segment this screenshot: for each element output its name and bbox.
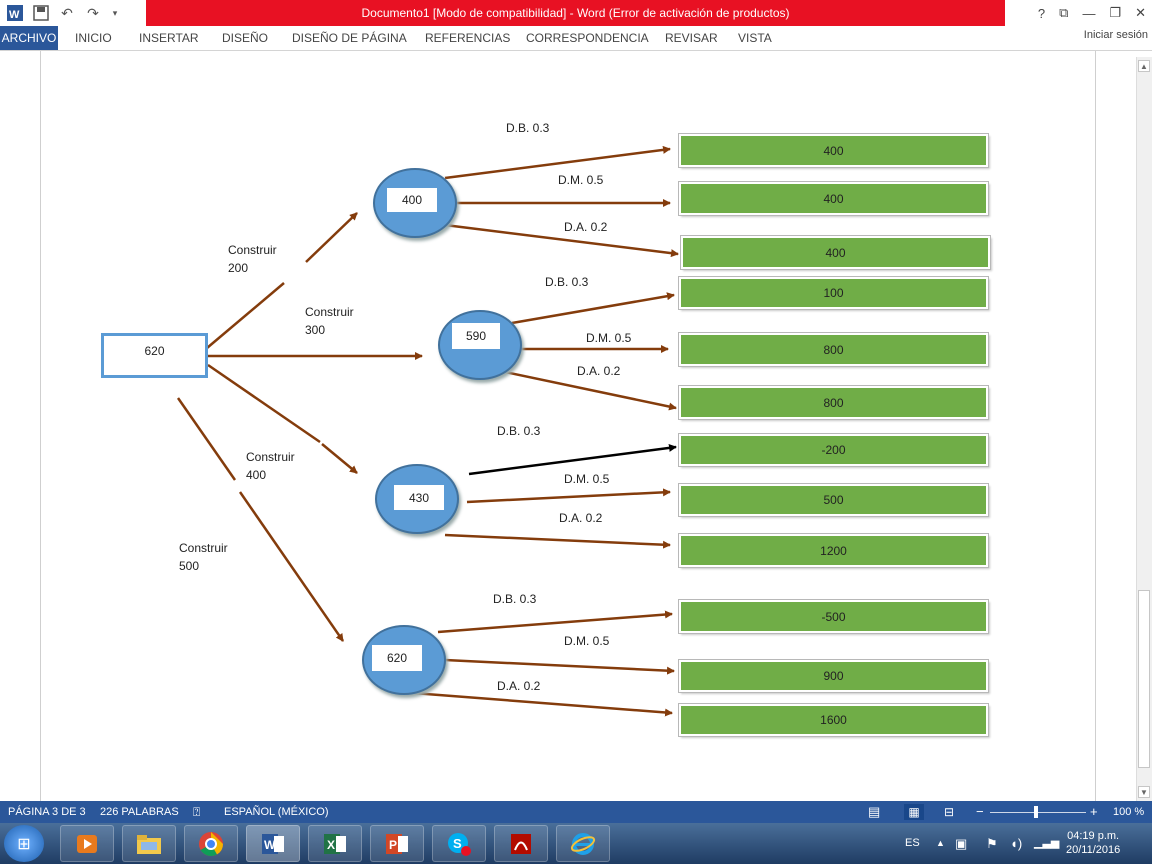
outcome-n1-dm: 400 — [679, 182, 988, 215]
decision-label-4: Construir 500 — [179, 539, 228, 575]
zoom-slider-track[interactable] — [990, 812, 1086, 813]
branch-label-n1-db: D.B. 0.3 — [506, 121, 550, 135]
decision-3-text: Construir — [246, 450, 295, 464]
svg-text:X: X — [327, 838, 335, 852]
outcome-n1-da: 400 — [681, 236, 990, 269]
windows-taskbar: ⊞ W X P S ES ▲ ▣ ⚑ ◖) ▁▃▅ 04:19 p.m. 20/… — [0, 823, 1152, 864]
branch-label-n4-dm: D.M. 0.5 — [564, 634, 610, 648]
decision-label-3: Construir 400 — [246, 448, 295, 484]
outcome-n2-da: 800 — [679, 386, 988, 419]
arrow-n4-dm — [444, 658, 675, 675]
internet-explorer-icon[interactable] — [556, 825, 610, 862]
zoom-slider-thumb[interactable] — [1034, 806, 1038, 818]
zoom-level[interactable]: 100 % — [1113, 801, 1144, 823]
zoom-in-icon[interactable]: + — [1090, 801, 1098, 823]
volume-icon[interactable]: ◖) — [1010, 823, 1022, 864]
branch-label-n3-da: D.A. 0.2 — [559, 511, 603, 525]
branch-label-n2-db: D.B. 0.3 — [545, 275, 589, 289]
zoom-out-icon[interactable]: − — [976, 801, 984, 823]
powerpoint-icon[interactable]: P — [370, 825, 424, 862]
action-center-flag-icon[interactable]: ⚑ — [986, 823, 998, 864]
skype-icon[interactable]: S — [432, 825, 486, 862]
clock-date: 20/11/2016 — [1066, 844, 1121, 856]
arrow-n3-da — [444, 533, 671, 549]
outcome-n2-db: 100 — [679, 277, 988, 309]
arrow-n4-db — [437, 610, 673, 634]
outcome-n1-db: 400 — [679, 134, 988, 167]
svg-text:P: P — [389, 838, 397, 852]
chance-node-4-value: 620 — [372, 645, 422, 671]
arrow-n2-db — [511, 292, 675, 325]
decision-4-text: Construir — [179, 541, 228, 555]
arrow-n1-da — [444, 223, 679, 258]
acrobat-icon[interactable] — [494, 825, 548, 862]
network-signal-icon[interactable]: ▁▃▅ — [1034, 823, 1059, 864]
start-button-icon[interactable]: ⊞ — [4, 825, 44, 862]
branch-label-n1-da: D.A. 0.2 — [564, 220, 608, 234]
media-player-icon[interactable] — [60, 825, 114, 862]
branch-label-n1-dm: D.M. 0.5 — [558, 173, 604, 187]
outcome-n4-dm: 900 — [679, 660, 988, 692]
branch-label-n2-da: D.A. 0.2 — [577, 364, 621, 378]
root-decision-box: 620 — [101, 333, 208, 378]
input-language[interactable]: ES — [905, 823, 920, 864]
arrow-construir-200 — [305, 212, 358, 263]
svg-text:W: W — [264, 838, 276, 852]
tray-app-icon[interactable]: ▣ — [955, 823, 967, 864]
arrow-n4-da — [412, 691, 673, 717]
arrow-segment — [207, 363, 321, 444]
print-layout-icon[interactable]: ▦ — [904, 804, 924, 820]
branch-label-n3-db: D.B. 0.3 — [497, 424, 541, 438]
decision-2-cost: 300 — [305, 323, 326, 337]
decision-label-2: Construir 300 — [305, 303, 354, 339]
decision-1-cost: 200 — [228, 261, 249, 275]
arrow-segment — [176, 397, 237, 481]
status-bar: PÁGINA 3 DE 3 226 PALABRAS ⍰ ESPAÑOL (MÉ… — [0, 801, 1152, 823]
svg-text:S: S — [453, 836, 462, 851]
outcome-n3-da: 1200 — [679, 534, 988, 567]
decision-4-cost: 500 — [179, 559, 200, 573]
branch-label-n4-db: D.B. 0.3 — [493, 592, 537, 606]
outcome-n3-dm: 500 — [679, 484, 988, 516]
chance-node-1-value: 400 — [387, 188, 437, 212]
chrome-icon[interactable] — [184, 825, 238, 862]
word-count[interactable]: 226 PALABRAS — [100, 801, 179, 823]
outcome-n4-da: 1600 — [679, 704, 988, 736]
read-mode-icon[interactable]: ▤ — [868, 801, 880, 823]
arrow-n3-db — [468, 443, 677, 476]
chance-node-3-value: 430 — [394, 485, 444, 510]
clock-time: 04:19 p.m. — [1067, 830, 1120, 842]
decision-2-text: Construir — [305, 305, 354, 319]
branch-label-n4-da: D.A. 0.2 — [497, 679, 541, 693]
chance-node-2-value: 590 — [452, 323, 500, 349]
proofing-icon[interactable]: ⍰ — [193, 801, 200, 823]
language-indicator[interactable]: ESPAÑOL (MÉXICO) — [224, 801, 329, 823]
close-button[interactable]: ✕ — [1135, 5, 1146, 21]
clock[interactable]: 04:19 p.m. 20/11/2016 — [1066, 829, 1120, 857]
word-taskbar-icon[interactable]: W — [246, 825, 300, 862]
outcome-n3-db: -200 — [679, 434, 988, 466]
branch-label-n2-dm: D.M. 0.5 — [586, 331, 632, 345]
arrow-construir-500 — [238, 491, 345, 642]
arrow-construir-400 — [321, 443, 358, 474]
outcome-n4-db: -500 — [679, 600, 988, 633]
arrow-segment — [206, 282, 285, 349]
arrow-n3-dm — [466, 488, 671, 504]
scroll-up-arrow-icon[interactable]: ▲ — [1138, 60, 1150, 72]
decision-label-1: Construir 200 — [228, 241, 277, 277]
decision-3-cost: 400 — [246, 468, 267, 482]
excel-icon[interactable]: X — [308, 825, 362, 862]
branch-label-n3-dm: D.M. 0.5 — [564, 472, 610, 486]
web-layout-icon[interactable]: ⊟ — [944, 801, 954, 823]
scroll-down-arrow-icon[interactable]: ▼ — [1138, 786, 1150, 798]
file-explorer-icon[interactable] — [122, 825, 176, 862]
decision-1-text: Construir — [228, 243, 277, 257]
scrollbar-thumb[interactable] — [1138, 590, 1150, 768]
show-hidden-icons-icon[interactable]: ▲ — [936, 823, 945, 864]
outcome-n2-dm: 800 — [679, 333, 988, 366]
page-count[interactable]: PÁGINA 3 DE 3 — [8, 801, 86, 823]
